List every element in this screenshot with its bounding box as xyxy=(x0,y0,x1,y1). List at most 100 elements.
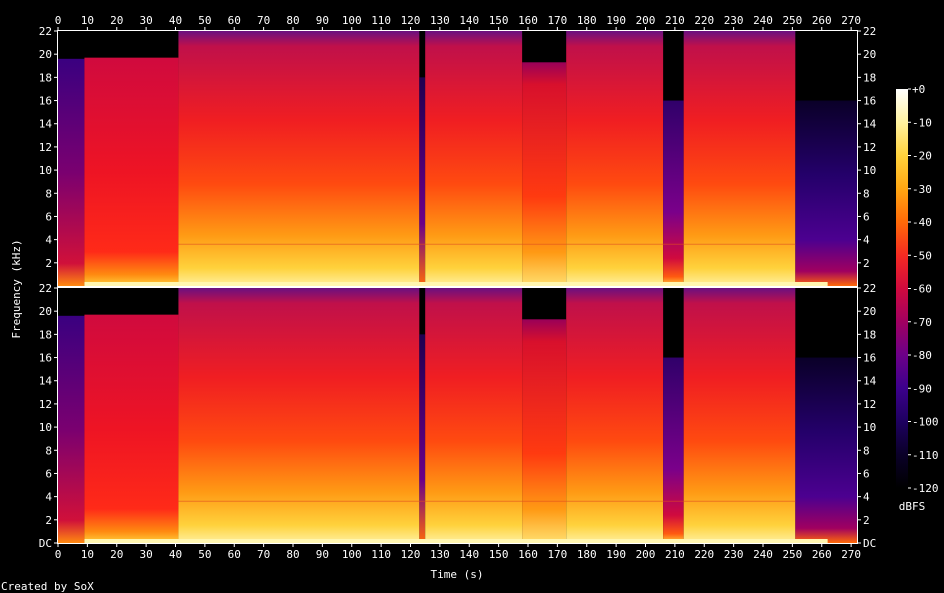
x-tick-label-top: 40 xyxy=(169,14,182,27)
y-tick-label-right: 8 xyxy=(863,187,870,200)
colorbar-tick-label: +0 xyxy=(912,83,925,96)
x-tick-label-top: 70 xyxy=(257,14,270,27)
y-tick-label-right: 18 xyxy=(863,71,876,84)
y-tick-label-left: 22 xyxy=(39,25,52,38)
spectrogram-segment xyxy=(683,31,796,286)
spectrogram-segment xyxy=(419,77,426,286)
x-tick-label-top: 10 xyxy=(81,14,94,27)
y-tick-label-left: 18 xyxy=(39,71,52,84)
y-tick-label-left: 8 xyxy=(45,444,52,457)
spectrogram-segment xyxy=(419,334,426,543)
y-tick-label-right: 20 xyxy=(863,48,876,61)
credit-text: Created by SoX xyxy=(1,580,94,593)
spectrogram-segment xyxy=(683,288,796,543)
x-tick-label-bottom: 100 xyxy=(342,548,362,561)
colorbar-tick-label: -20 xyxy=(912,150,932,163)
x-tick-label-top: 230 xyxy=(724,14,744,27)
x-tick-label-top: 190 xyxy=(606,14,626,27)
y-tick-label-left: 10 xyxy=(39,421,52,434)
x-axis-label: Time (s) xyxy=(431,568,484,581)
bass-band xyxy=(84,282,828,286)
y-tick-label-right: 2 xyxy=(863,514,870,527)
x-tick-label-bottom: 120 xyxy=(401,548,421,561)
spectrogram-segment xyxy=(663,100,684,286)
spectrogram-channel-right xyxy=(58,288,857,543)
y-tick-label-right: 12 xyxy=(863,141,876,154)
spectrogram-segment xyxy=(178,288,420,543)
x-tick-label-bottom: 90 xyxy=(316,548,329,561)
y-tick-label-right: 14 xyxy=(863,375,877,388)
spectrogram-segment xyxy=(58,58,85,287)
x-tick-label-top: 90 xyxy=(316,14,329,27)
x-tick-label-top: 0 xyxy=(55,14,62,27)
x-tick-label-bottom: 60 xyxy=(228,548,241,561)
y-tick-label-right: DC xyxy=(863,537,876,550)
x-tick-label-top: 140 xyxy=(459,14,479,27)
colorbar-tick-label: -90 xyxy=(912,382,932,395)
x-tick-label-bottom: 110 xyxy=(371,548,391,561)
x-tick-label-top: 260 xyxy=(812,14,832,27)
spectrogram-channel-left xyxy=(58,31,857,287)
x-tick-label-bottom: 270 xyxy=(841,548,861,561)
x-tick-label-top: 110 xyxy=(371,14,391,27)
y-tick-label-right: 10 xyxy=(863,421,876,434)
x-tick-label-top: 210 xyxy=(665,14,685,27)
x-tick-label-top: 170 xyxy=(547,14,567,27)
x-tick-label-bottom: 20 xyxy=(110,548,123,561)
spectrogram-segment xyxy=(566,31,664,286)
x-tick-label-top: 130 xyxy=(430,14,450,27)
y-tick-label-left: 22 xyxy=(39,282,52,295)
spectrogram-chart: 0 0 10 10 20 20 30 30 40 40 50 50 60 60 70 70 80 80 90 90 10… xyxy=(1,14,939,593)
y-tick-label-right: 18 xyxy=(863,328,876,341)
x-tick-label-bottom: 50 xyxy=(198,548,211,561)
x-tick-label-top: 100 xyxy=(342,14,362,27)
x-tick-label-top: 250 xyxy=(782,14,802,27)
colorbar-tick-label: -80 xyxy=(912,349,932,362)
spectrogram-segment xyxy=(58,315,85,543)
y-tick-label-right: 4 xyxy=(863,491,870,504)
y-tick-label-right: 20 xyxy=(863,305,876,318)
x-tick-label-bottom: 150 xyxy=(489,548,509,561)
y-tick-label-left: 16 xyxy=(39,95,52,108)
y-tick-label-left: 8 xyxy=(45,187,52,200)
bass-band xyxy=(84,539,828,543)
x-tick-label-top: 120 xyxy=(401,14,421,27)
spectrogram-segment xyxy=(178,31,420,286)
x-tick-label-bottom: 260 xyxy=(812,548,832,561)
x-tick-label-top: 60 xyxy=(228,14,241,27)
y-tick-label-left: 4 xyxy=(45,234,52,247)
x-tick-label-bottom: 190 xyxy=(606,548,626,561)
spectrogram-segment xyxy=(84,314,179,543)
y-tick-label-left: 20 xyxy=(39,48,52,61)
spectrogram-segment xyxy=(522,319,567,543)
colorbar-tick-label: -60 xyxy=(912,283,932,296)
y-tick-label-left: 20 xyxy=(39,305,52,318)
spectrogram-segment xyxy=(425,288,523,543)
y-tick-label-left: 2 xyxy=(45,257,52,270)
colorbar-tick-label: -110 xyxy=(912,449,939,462)
y-tick-label-left: 14 xyxy=(39,118,53,131)
y-tick-label-right: 16 xyxy=(863,352,876,365)
x-tick-label-bottom: 130 xyxy=(430,548,450,561)
x-tick-label-top: 50 xyxy=(198,14,211,27)
y-tick-label-left: 6 xyxy=(45,467,52,480)
x-tick-label-bottom: 220 xyxy=(694,548,714,561)
y-tick-label-right: 12 xyxy=(863,398,876,411)
y-tick-label-right: 2 xyxy=(863,257,870,270)
spectrogram-segment xyxy=(795,100,857,286)
colorbar-tick-label: -40 xyxy=(912,216,932,229)
x-tick-label-top: 240 xyxy=(753,14,773,27)
y-tick-label-left: 14 xyxy=(39,375,53,388)
colorbar: +0 -10 -20 -30 -40 -50 -60 -70 -80 -90 -100 -110 -12… xyxy=(896,83,939,495)
x-tick-label-bottom: 0 xyxy=(55,548,62,561)
x-tick-label-top: 80 xyxy=(286,14,299,27)
x-tick-label-top: 150 xyxy=(489,14,509,27)
x-tick-label-bottom: 140 xyxy=(459,548,479,561)
x-tick-label-bottom: 250 xyxy=(782,548,802,561)
colorbar-gradient xyxy=(896,89,908,488)
x-tick-label-bottom: 30 xyxy=(140,548,153,561)
colorbar-label: dBFS xyxy=(899,500,926,513)
spectrogram-segment xyxy=(795,357,857,543)
y-tick-label-left: 4 xyxy=(45,491,52,504)
x-tick-label-top: 220 xyxy=(694,14,714,27)
